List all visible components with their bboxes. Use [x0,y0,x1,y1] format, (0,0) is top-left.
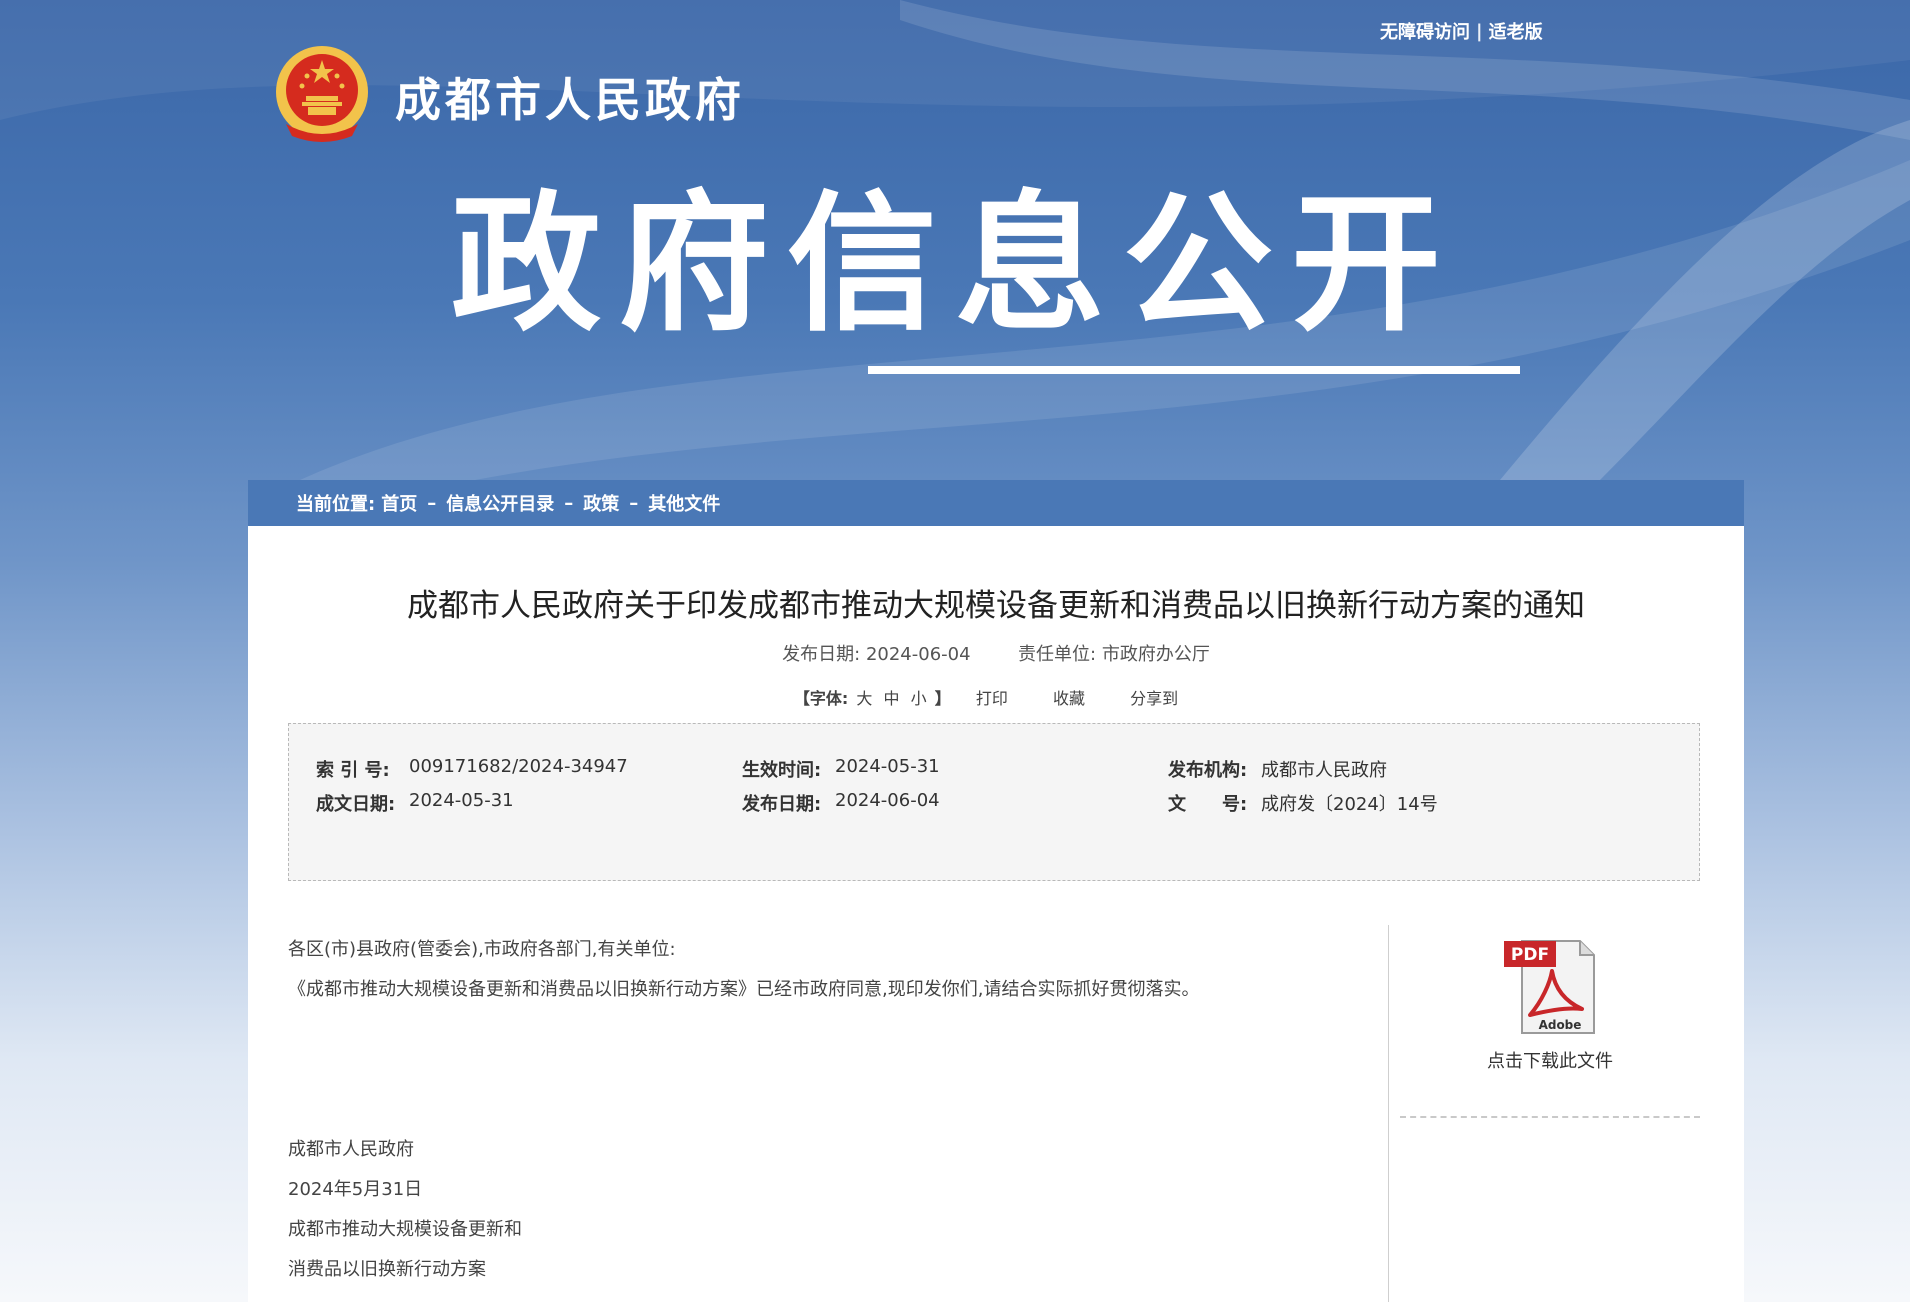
info-pubdate-label: 发布日期: [742,794,822,815]
font-size-medium[interactable]: 中 [884,689,900,708]
publish-date-value: 2024-06-04 [865,644,971,665]
breadcrumb-separator: – [427,492,437,514]
info-docno-label: 文 号: [1168,794,1248,815]
download-file-link[interactable]: 点击下载此文件 [1400,1047,1700,1073]
signature-date: 2024年5月31日 [288,1179,423,1200]
info-issuer: 发布机构: 成都市人民政府 [1168,756,1594,782]
body-paragraph: 《成都市推动大规模设备更新和消费品以旧换新行动方案》已经市政府同意,现印发你们,… [288,979,1200,1000]
info-written-label: 成文日期: [316,794,396,815]
share-button[interactable]: 分享到 [1130,689,1178,708]
info-issuer-label: 发布机构: [1168,760,1248,781]
info-written: 成文日期: 2024-05-31 [316,790,742,816]
attachment-title-line1: 成都市推动大规模设备更新和 [288,1219,522,1240]
content-panel: 当前位置: 首页 – 信息公开目录 – 政策 – 其他文件 成都市人民政府关于印… [248,480,1744,1302]
info-pubdate: 发布日期: 2024-06-04 [742,790,1168,816]
info-index: 索 引 号: 009171682/2024-34947 [316,756,742,782]
breadcrumb: 当前位置: 首页 – 信息公开目录 – 政策 – 其他文件 [248,480,1744,526]
info-row: 索 引 号: 009171682/2024-34947 生效时间: 2024-0… [316,756,1594,782]
font-size-close: 】 [934,689,951,708]
breadcrumb-other-docs[interactable]: 其他文件 [648,490,720,516]
breadcrumb-info-catalog[interactable]: 信息公开目录 [446,490,554,516]
breadcrumb-separator: – [629,492,639,514]
info-row: 成文日期: 2024-05-31 发布日期: 2024-06-04 文 号: 成… [316,790,1594,816]
publish-date-label: 发布日期: [782,644,861,665]
font-size-selector: 【字体: 大 中 小 】 [794,689,956,708]
info-docno: 文 号: 成府发〔2024〕14号 [1168,790,1594,816]
responsible-unit-label: 责任单位: [1018,644,1097,665]
info-effective-value: 2024-05-31 [835,756,940,777]
font-size-small[interactable]: 小 [911,689,927,708]
hero-underline [868,366,1520,374]
breadcrumb-prefix: 当前位置: [296,494,376,515]
font-size-label: 【字体: [793,689,849,708]
download-panel: PDF Adobe 点击下载此文件 [1400,935,1700,1073]
info-pubdate-value: 2024-06-04 [835,790,940,811]
national-emblem-logo[interactable] [272,44,372,148]
info-effective: 生效时间: 2024-05-31 [742,756,1168,782]
adobe-text: Adobe [1539,1018,1582,1032]
print-button[interactable]: 打印 [976,689,1008,708]
breadcrumb-separator: – [564,492,574,514]
favorite-button[interactable]: 收藏 [1053,689,1085,708]
breadcrumb-home[interactable]: 首页 [381,490,417,516]
emblem-icon [276,46,368,142]
document-meta: 发布日期: 2024-06-04 责任单位: 市政府办公厅 [248,640,1744,666]
top-link-separator: | [1476,20,1483,42]
info-index-label: 索 引 号: [316,760,390,781]
document-signature: 成都市人民政府 2024年5月31日 成都市推动大规模设备更新和 消费品以旧换新… [288,1130,522,1290]
info-issuer-value: 成都市人民政府 [1261,760,1387,781]
site-name[interactable]: 成都市人民政府 [395,64,745,130]
pdf-badge-text: PDF [1511,945,1549,965]
document-body: 各区(市)县政府(管委会),市政府各部门,有关单位: 《成都市推动大规模设备更新… [288,930,1328,1010]
info-effective-label: 生效时间: [742,760,822,781]
sidebar-divider [1388,925,1389,1302]
pdf-download-icon[interactable]: PDF Adobe [1500,935,1600,1039]
document-tools: 【字体: 大 中 小 】 打印 收藏 分享到 [248,685,1744,709]
font-size-large[interactable]: 大 [856,689,872,708]
attachment-title-line2: 消费品以旧换新行动方案 [288,1259,486,1280]
document-info-box: 索 引 号: 009171682/2024-34947 生效时间: 2024-0… [288,723,1700,881]
hero-title: 政府信息公开 [450,178,1459,352]
body-salutation: 各区(市)县政府(管委会),市政府各部门,有关单位: [288,939,676,960]
sidebar-dashed-divider [1400,1116,1700,1118]
top-links: 无障碍访问 | 适老版 [1380,18,1543,44]
elderly-version-link[interactable]: 适老版 [1489,18,1543,44]
responsible-unit-value: 市政府办公厅 [1101,644,1210,665]
document-title: 成都市人民政府关于印发成都市推动大规模设备更新和消费品以旧换新行动方案的通知 [407,588,1585,624]
info-index-value: 009171682/2024-34947 [409,756,628,777]
signature-org: 成都市人民政府 [288,1139,414,1160]
info-docno-value: 成府发〔2024〕14号 [1261,794,1438,815]
breadcrumb-policy[interactable]: 政策 [583,490,619,516]
info-written-value: 2024-05-31 [409,790,514,811]
accessibility-link[interactable]: 无障碍访问 [1380,18,1470,44]
